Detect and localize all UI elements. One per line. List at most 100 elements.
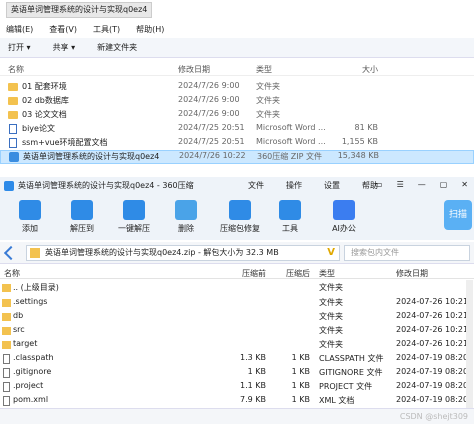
table-row[interactable]: .. (上级目录) 文件夹 xyxy=(0,282,474,295)
column-name[interactable]: 名称 xyxy=(8,64,24,75)
file-size: 15,348 KB xyxy=(337,151,379,160)
column-name[interactable]: 名称 xyxy=(4,268,20,279)
minimize-icon[interactable]: — xyxy=(418,180,426,189)
vertical-scrollbar[interactable] xyxy=(466,280,473,408)
file-icon xyxy=(3,396,10,406)
dropdown-v-icon[interactable]: V xyxy=(327,246,335,260)
file-name: biye论文 xyxy=(22,124,55,133)
file-name: ssm+vue环境配置文档 xyxy=(22,138,108,147)
file-type: 文件夹 xyxy=(256,96,280,105)
table-row[interactable]: target 文件夹 2024-07-26 10:21 xyxy=(0,339,474,352)
entry-type: 文件夹 xyxy=(319,312,343,321)
table-row[interactable]: db 文件夹 2024-07-26 10:21 xyxy=(0,311,474,324)
entry-compressed: 7.9 KB xyxy=(240,395,266,404)
zip-status-bar: CSDN @shejt309 xyxy=(0,408,474,424)
maximize-icon[interactable]: ▢ xyxy=(440,180,448,189)
tab-operate[interactable]: 操作 xyxy=(286,180,302,191)
repair-archive-button[interactable]: 压缩包修复 xyxy=(214,198,266,234)
column-date[interactable]: 修改日期 xyxy=(396,268,428,279)
file-type: 360压缩 ZIP 文件 xyxy=(257,152,323,161)
column-size[interactable]: 压缩后 xyxy=(268,268,310,279)
table-row[interactable]: .settings 文件夹 2024-07-26 10:21 xyxy=(0,297,474,310)
list-item[interactable]: 01 配套环境 2024/7/26 9:00 文件夹 xyxy=(0,81,474,95)
archive-path-text: 英语单词管理系统的设计与实现q0ez4.zip - 解包大小为 32.3 MB xyxy=(45,248,279,257)
entry-name: .. (上级目录) xyxy=(13,283,59,292)
file-date: 2024/7/26 9:00 xyxy=(178,81,240,90)
folder-icon xyxy=(2,313,11,321)
zip-titlebar: 英语单词管理系统的设计与实现q0ez4 - 360压缩 文件 操作 设置 帮助 … xyxy=(0,177,474,194)
file-name: 03 论文文档 xyxy=(22,110,67,119)
watermark: CSDN @shejt309 xyxy=(399,412,468,421)
menu-edit[interactable]: 编辑(E) xyxy=(6,24,33,35)
search-input[interactable]: 搜索包内文件 xyxy=(344,245,470,261)
entry-size: 1 KB xyxy=(291,395,310,404)
zip-archive-icon xyxy=(9,152,19,162)
zip-file-icon xyxy=(30,248,40,258)
entry-name: .gitignore xyxy=(13,367,52,376)
list-item[interactable]: biye论文 2024/7/25 20:51 Microsoft Word ..… xyxy=(0,123,474,137)
delete-button[interactable]: 删除 xyxy=(168,198,204,234)
entry-date: 2024-07-26 10:21 xyxy=(396,339,469,348)
back-arrow-icon[interactable] xyxy=(3,245,19,261)
open-button[interactable]: 打开 ▾ xyxy=(8,42,31,53)
extract-to-button[interactable]: 解压到 xyxy=(64,198,100,234)
ai-office-label: AI办公 xyxy=(332,224,356,233)
scan-button[interactable]: 扫描 xyxy=(444,200,472,230)
one-click-extract-button[interactable]: 一键解压 xyxy=(114,198,154,234)
table-row[interactable]: pom.xml 7.9 KB 1 KB XML 文档 2024-07-19 08:20 xyxy=(0,395,474,408)
list-item-selected[interactable]: 英语单词管理系统的设计与实现q0ez4 2024/7/26 10:22 360压… xyxy=(0,150,474,164)
table-row[interactable]: .gitignore 1 KB 1 KB GITIGNORE 文件 2024-07-19… xyxy=(0,367,474,380)
menu-help[interactable]: 帮助(H) xyxy=(136,24,164,35)
ai-office-button[interactable]: AI办公 xyxy=(324,198,364,234)
tab-file[interactable]: 文件 xyxy=(248,180,264,191)
folder-icon xyxy=(8,111,18,119)
explorer-path[interactable]: 英语单词管理系统的设计与实现q0ez4 xyxy=(6,2,153,18)
file-icon xyxy=(3,354,10,364)
skin-icon[interactable]: ▭ xyxy=(375,180,383,189)
entry-date: 2024-07-26 10:21 xyxy=(396,325,469,334)
entry-type: PROJECT 文件 xyxy=(319,382,373,391)
entry-date: 2024-07-26 10:21 xyxy=(396,311,469,320)
entry-size: 1 KB xyxy=(291,353,310,362)
zip-address-bar: 英语单词管理系统的设计与实现q0ez4.zip - 解包大小为 32.3 MB … xyxy=(0,242,474,264)
archive-path-field[interactable]: 英语单词管理系统的设计与实现q0ez4.zip - 解包大小为 32.3 MB … xyxy=(26,245,340,261)
menu-tools[interactable]: 工具(T) xyxy=(93,24,120,35)
tools-button[interactable]: 工具 xyxy=(272,198,308,234)
zip-column-header: 名称 压缩前 压缩后 类型 修改日期 xyxy=(0,266,474,279)
file-date: 2024/7/25 20:51 xyxy=(178,137,245,146)
entry-size: 1 KB xyxy=(291,381,310,390)
menu-view[interactable]: 查看(V) xyxy=(49,24,77,35)
entry-type: XML 文档 xyxy=(319,396,355,405)
entry-compressed: 1.1 KB xyxy=(240,381,266,390)
explorer-column-header: 名称 修改日期 类型 大小 xyxy=(0,61,474,76)
folder-icon xyxy=(2,299,11,307)
column-type[interactable]: 类型 xyxy=(319,268,335,279)
share-button[interactable]: 共享 ▾ xyxy=(53,42,76,53)
delete-label: 删除 xyxy=(178,224,194,233)
file-name: 01 配套环境 xyxy=(22,82,67,91)
tab-settings[interactable]: 设置 xyxy=(324,180,340,191)
column-date[interactable]: 修改日期 xyxy=(178,64,210,75)
list-item[interactable]: 02 db数据库 2024/7/26 9:00 文件夹 xyxy=(0,95,474,109)
column-type[interactable]: 类型 xyxy=(256,64,272,75)
word-document-icon xyxy=(9,138,17,148)
new-folder-button[interactable]: 新建文件夹 xyxy=(97,42,137,53)
table-row[interactable]: .project 1.1 KB 1 KB PROJECT 文件 2024-07-19 0… xyxy=(0,381,474,394)
table-row[interactable]: .classpath 1.3 KB 1 KB CLASSPATH 文件 2024-07-… xyxy=(0,353,474,366)
ai-icon xyxy=(333,200,355,220)
entry-type: 文件夹 xyxy=(319,298,343,307)
file-date: 2024/7/26 10:22 xyxy=(179,151,246,160)
add-button[interactable]: 添加 xyxy=(12,198,48,234)
table-row[interactable]: src 文件夹 2024-07-26 10:21 xyxy=(0,325,474,338)
file-type: 文件夹 xyxy=(256,110,280,119)
explorer-titlebar: 英语单词管理系统的设计与实现q0ez4 xyxy=(0,0,474,20)
entry-type: 文件夹 xyxy=(319,283,343,292)
extract-label: 解压到 xyxy=(70,224,94,233)
menu-icon[interactable]: ☰ xyxy=(397,180,404,189)
delete-icon xyxy=(175,200,197,220)
list-item[interactable]: 03 论文文档 2024/7/26 9:00 文件夹 xyxy=(0,109,474,123)
close-icon[interactable]: ✕ xyxy=(461,180,468,189)
list-item[interactable]: ssm+vue环境配置文档 2024/7/25 20:51 Microsoft … xyxy=(0,137,474,151)
column-compressed[interactable]: 压缩前 xyxy=(222,268,266,279)
column-size[interactable]: 大小 xyxy=(336,64,378,75)
